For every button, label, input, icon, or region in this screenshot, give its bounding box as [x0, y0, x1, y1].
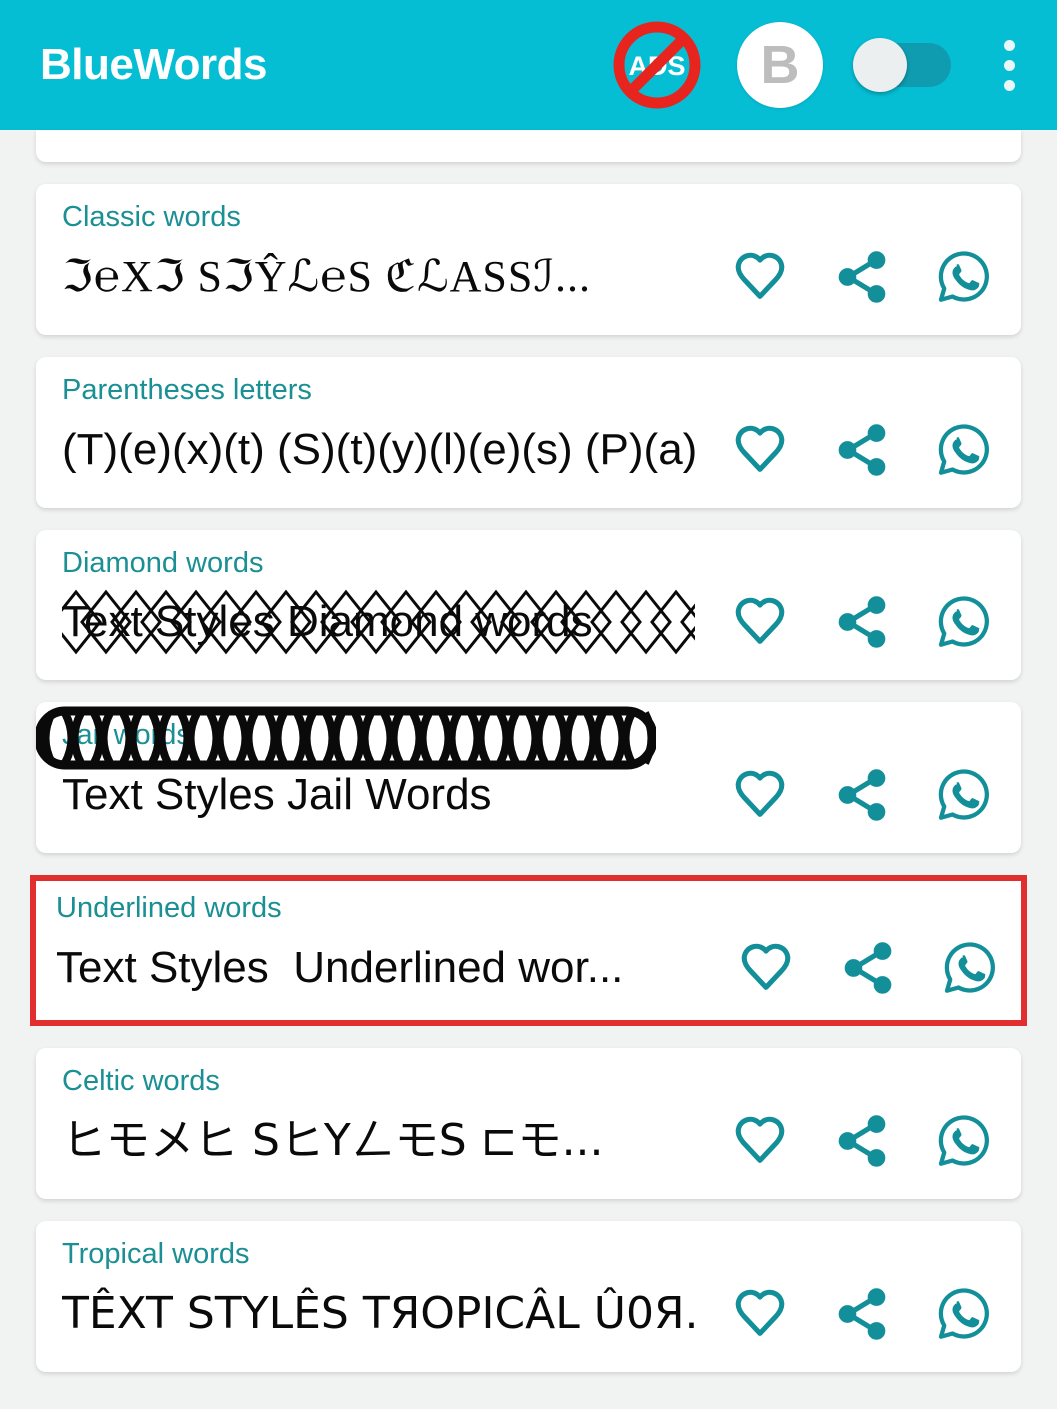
partial-card-top[interactable]: [36, 130, 1021, 162]
whatsapp-icon[interactable]: [933, 1283, 995, 1345]
whatsapp-icon[interactable]: [933, 1110, 995, 1172]
style-card-classic-words[interactable]: Classic words ℑ℮Xℑ SℑŶℒ℮S ℭℒΑSSℐ...: [36, 184, 1021, 335]
whatsapp-icon[interactable]: [933, 764, 995, 826]
overflow-dot-1: [1003, 39, 1015, 51]
heart-icon[interactable]: [735, 937, 797, 999]
share-icon[interactable]: [831, 419, 893, 481]
style-sample-text[interactable]: ℑ℮Xℑ SℑŶℒ℮S ℭℒΑSSℐ...: [62, 241, 695, 313]
diamond-overlay: [62, 586, 695, 658]
card-actions: [695, 764, 995, 826]
style-sample-text[interactable]: (T)(e)(x)(t) (S)(t)(y)(l)(e)(s) (P)(a)..…: [62, 414, 695, 486]
card-row: Text Styles Diamond words: [62, 586, 995, 658]
card-actions: [695, 1283, 995, 1345]
heart-icon[interactable]: [729, 764, 791, 826]
overflow-menu-icon[interactable]: [989, 30, 1029, 100]
style-sample-text[interactable]: TÊXT STYLÊS TЯOPICÂL Û0Я...: [62, 1278, 695, 1350]
whatsapp-icon[interactable]: [939, 937, 1001, 999]
whatsapp-icon[interactable]: [933, 246, 995, 308]
theme-toggle-switch[interactable]: [853, 37, 953, 93]
style-list[interactable]: Classic words ℑ℮Xℑ SℑŶℒ℮S ℭℒΑSSℐ... Parent…: [0, 130, 1057, 1372]
share-icon[interactable]: [831, 246, 893, 308]
card-actions: [701, 937, 1001, 999]
card-label: Diamond words: [62, 546, 264, 579]
heart-icon[interactable]: [729, 246, 791, 308]
avatar-letter: B: [760, 35, 800, 95]
jail-overlay: [34, 702, 658, 853]
whatsapp-icon[interactable]: [933, 591, 995, 653]
card-label: Parentheses letters: [62, 373, 312, 406]
underlined-word: wor...: [518, 934, 623, 1002]
card-actions: [695, 591, 995, 653]
card-label: Celtic words: [62, 1064, 220, 1097]
underlined-word: Text: [56, 934, 137, 1002]
style-sample-text[interactable]: Text Styles Underlined wor...: [56, 932, 701, 1004]
toggle-knob: [853, 38, 907, 92]
heart-icon[interactable]: [729, 1283, 791, 1345]
card-actions: [695, 246, 995, 308]
share-icon[interactable]: [831, 1283, 893, 1345]
style-card-jail-words[interactable]: Jail words Text Styles Jail Words: [34, 702, 1021, 854]
overflow-dot-2: [1003, 59, 1015, 71]
card-label: Tropical words: [62, 1237, 250, 1270]
style-card-celtic-words[interactable]: Celtic words ヒモメヒ SヒYㄥモS ⊏モ...: [36, 1047, 1021, 1199]
app-bar-actions: ADS B: [609, 17, 1029, 113]
overflow-dot-3: [1003, 79, 1015, 91]
share-icon[interactable]: [831, 1110, 893, 1172]
heart-icon[interactable]: [729, 591, 791, 653]
card-row: ヒモメヒ SヒYㄥモS ⊏モ...: [62, 1105, 995, 1177]
style-sample-text[interactable]: Text Styles Diamond words: [62, 586, 695, 658]
style-sample-text[interactable]: ヒモメヒ SヒYㄥモS ⊏モ...: [62, 1105, 695, 1177]
avatar[interactable]: B: [737, 22, 823, 108]
style-sample-text[interactable]: Text Styles Jail Words: [34, 702, 695, 853]
style-card-parentheses-letters[interactable]: Parentheses letters (T)(e)(x)(t) (S)(t)(y…: [36, 356, 1021, 508]
no-ads-icon[interactable]: ADS: [609, 17, 705, 113]
heart-icon[interactable]: [729, 1110, 791, 1172]
cards-container: Classic words ℑ℮Xℑ SℑŶℒ℮S ℭℒΑSSℐ... Parent…: [30, 184, 1027, 1372]
card-label: Underlined words: [56, 892, 282, 925]
share-icon[interactable]: [831, 591, 893, 653]
underlined-word: Styles: [149, 934, 269, 1002]
whatsapp-icon[interactable]: [933, 419, 995, 481]
card-row: TÊXT STYLÊS TЯOPICÂL Û0Я...: [62, 1278, 995, 1350]
card-actions: [695, 1110, 995, 1172]
card-row: Text Styles Underlined wor...: [56, 932, 1001, 1004]
card-row: Text Styles Jail Words: [34, 702, 995, 853]
app-title: BlueWords: [40, 40, 267, 89]
app-bar: BlueWords ADS B: [0, 0, 1057, 130]
card-row: (T)(e)(x)(t) (S)(t)(y)(l)(e)(s) (P)(a)..…: [62, 414, 995, 486]
style-card-underlined-words[interactable]: Underlined words Text Styles Underlined w…: [30, 875, 1027, 1026]
heart-icon[interactable]: [729, 419, 791, 481]
style-card-diamond-words[interactable]: Diamond words Text Styles Diamond words: [36, 529, 1021, 681]
share-icon[interactable]: [831, 764, 893, 826]
card-label: Classic words: [62, 201, 241, 233]
share-icon[interactable]: [837, 937, 899, 999]
card-label: Jail words: [62, 719, 191, 752]
underlined-word: Underlined: [293, 934, 506, 1002]
card-row: ℑ℮Xℑ SℑŶℒ℮S ℭℒΑSSℐ...: [62, 241, 995, 313]
card-actions: [695, 419, 995, 481]
style-card-tropical-words[interactable]: Tropical words TÊXT STYLÊS TЯOPICÂL Û0Я..…: [36, 1220, 1021, 1372]
